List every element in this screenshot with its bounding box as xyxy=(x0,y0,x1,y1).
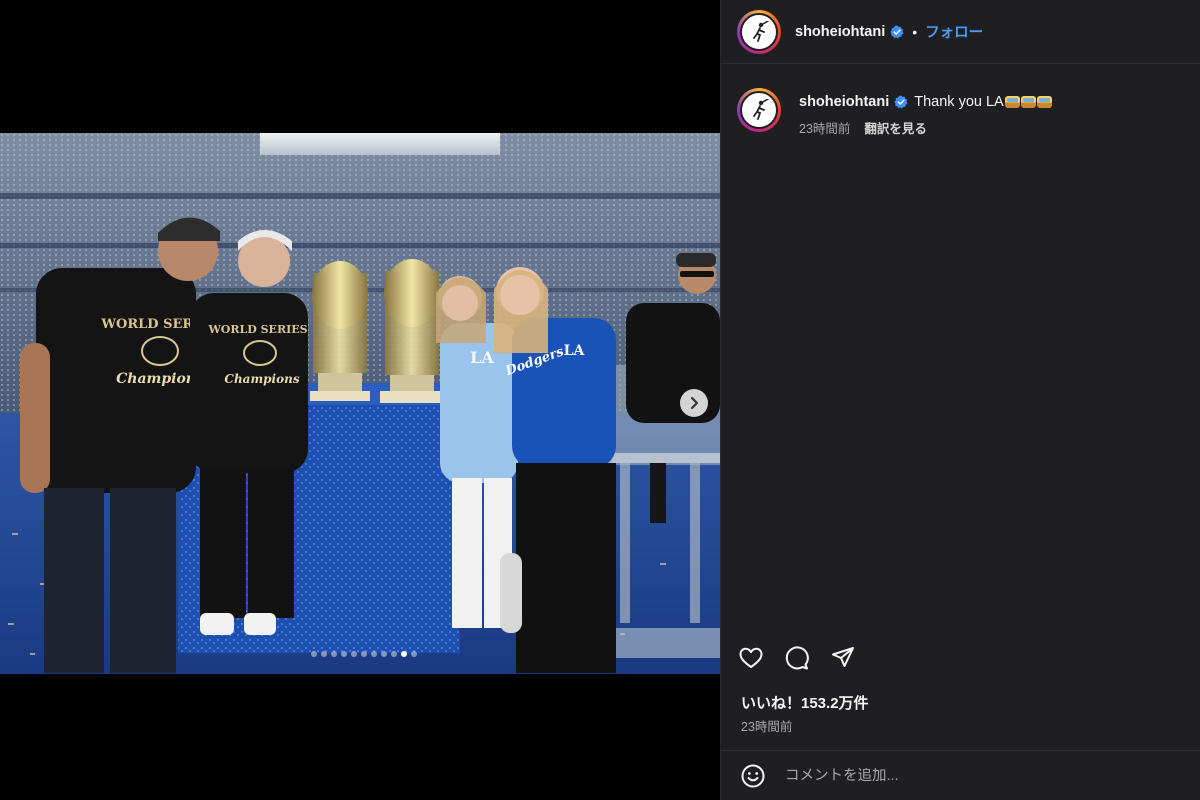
like-count[interactable]: いいね！153.2万件 xyxy=(741,692,869,713)
shirt-text-4: Champions xyxy=(224,372,299,386)
like-button[interactable] xyxy=(737,644,765,672)
post-caption: shoheiohtani Thank you LA 23時間前 翻訳を見る xyxy=(737,88,1052,137)
caption-text: Thank you LA xyxy=(914,94,1004,110)
header-username[interactable]: shoheiohtani xyxy=(795,24,885,40)
caption-timestamp: 23時間前 xyxy=(799,122,851,136)
carousel-dot xyxy=(311,651,317,657)
heart-icon xyxy=(739,647,763,668)
photo-scene: WORLD SERIES Champions WORLD SERIES Cham… xyxy=(0,133,720,674)
smiley-face-icon xyxy=(741,764,765,787)
comment-input[interactable] xyxy=(785,767,1165,784)
caption-avatar[interactable] xyxy=(737,88,781,132)
translate-link[interactable]: 翻訳を見る xyxy=(864,118,927,137)
jacket-logo-2: LA xyxy=(564,343,586,359)
verified-badge-icon xyxy=(890,25,904,38)
carousel-dot xyxy=(351,651,357,657)
carousel-dot xyxy=(331,651,337,657)
verified-badge-icon xyxy=(894,95,908,109)
comment-button[interactable] xyxy=(783,644,811,672)
post-photo[interactable]: WORLD SERIES Champions WORLD SERIES Cham… xyxy=(0,133,720,674)
carousel-dot xyxy=(371,651,377,657)
post-header: shoheiohtani • フォロー xyxy=(721,0,1200,64)
avatar[interactable] xyxy=(737,9,781,54)
carousel-dot xyxy=(341,651,347,657)
media-pane: WORLD SERIES Champions WORLD SERIES Cham… xyxy=(0,0,720,800)
carousel-dot xyxy=(411,651,417,657)
share-button[interactable] xyxy=(829,644,857,672)
instagram-post-viewer: WORLD SERIES Champions WORLD SERIES Cham… xyxy=(0,0,1200,800)
carousel-indicator xyxy=(0,651,720,657)
carousel-dot xyxy=(321,651,327,657)
next-slide-button[interactable] xyxy=(680,389,708,417)
post-sidebar: shoheiohtani • フォロー shoheiohtani Thank y… xyxy=(720,0,1200,800)
comment-bar xyxy=(721,750,1200,800)
carousel-dot xyxy=(361,651,367,657)
chevron-right-icon xyxy=(690,396,699,410)
shirt-text-3: WORLD SERIES xyxy=(207,323,307,336)
post-actions xyxy=(737,644,857,672)
jacket-logo-1: LA xyxy=(470,348,494,367)
follow-button[interactable]: フォロー xyxy=(925,21,983,42)
paper-plane-icon xyxy=(832,647,854,667)
batter-silhouette-icon xyxy=(753,99,769,120)
emoji-button[interactable] xyxy=(739,762,767,790)
batter-silhouette-icon xyxy=(753,20,769,42)
carousel-dot xyxy=(381,651,387,657)
trophy-left xyxy=(310,261,370,401)
carousel-dot xyxy=(391,651,397,657)
caption-username[interactable]: shoheiohtani xyxy=(799,92,889,112)
comment-bubble-icon xyxy=(785,646,809,670)
tram-car-emoji-icon xyxy=(1004,96,1052,108)
post-timestamp: 23時間前 xyxy=(741,720,793,734)
header-separator: • xyxy=(912,23,918,40)
carousel-dot xyxy=(401,651,407,657)
